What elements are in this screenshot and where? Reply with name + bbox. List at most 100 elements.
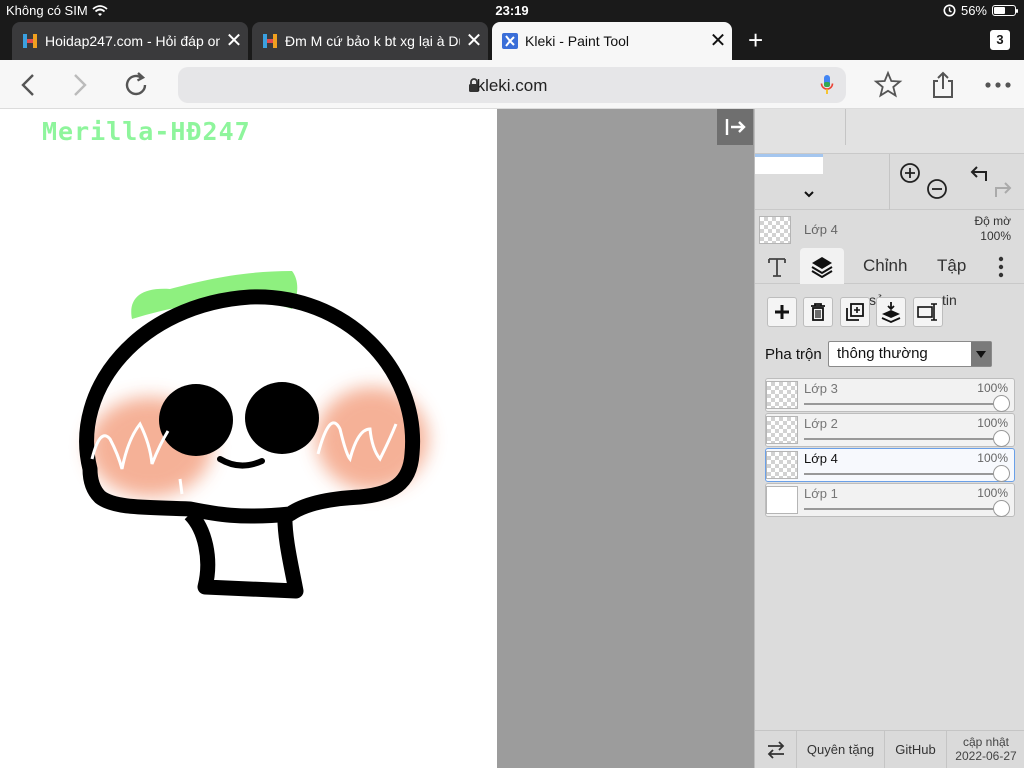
browser-tab-1[interactable]: Hoidap247.com - Hỏi đáp online ✕: [12, 22, 248, 60]
tab-file[interactable]: Tập: [937, 248, 966, 284]
panel-footer: Quyên tặng GitHub cập nhật 2022-06-27: [755, 730, 1024, 768]
rename-layer-button[interactable]: [913, 297, 943, 327]
merge-layer-button[interactable]: [876, 297, 906, 327]
mic-icon[interactable]: [820, 74, 834, 96]
chevron-down-icon[interactable]: [803, 190, 815, 200]
drawing-canvas[interactable]: Merilla-HĐ247: [0, 109, 497, 768]
updated-date: 2022-06-27: [955, 749, 1017, 763]
mushroom-drawing: [79, 271, 428, 599]
kleki-page: Merilla-HĐ247 Lớp 4 Độ mờ 100% Chỉnh Tập…: [0, 109, 1024, 768]
redo-icon[interactable]: [993, 179, 1015, 199]
url-text: kleki.com: [476, 76, 548, 95]
layer-row[interactable]: Lớp 3 100%: [765, 378, 1015, 412]
browser-tab-2[interactable]: Đm M cứ bảo k bt xg lại à Du ✕: [252, 22, 488, 60]
layer-name: Lớp 1: [804, 486, 838, 501]
layer-opacity-track: [804, 403, 1000, 405]
canvas-background: [497, 109, 754, 768]
tab-count-button[interactable]: 3: [990, 30, 1010, 50]
layer-thumbnail: [766, 486, 798, 514]
bookmark-icon[interactable]: [873, 70, 903, 100]
layer-thumbnail: [766, 416, 798, 444]
browser-tab-active[interactable]: Kleki - Paint Tool ✕: [492, 22, 732, 60]
text-tool-icon[interactable]: [767, 256, 787, 278]
layer-opacity-slider[interactable]: [993, 500, 1010, 517]
new-tab-button[interactable]: +: [748, 27, 763, 53]
status-bar: Không có SIM 23:19 56%: [0, 0, 1024, 22]
layer-thumbnail: [766, 381, 798, 409]
clock: 23:19: [495, 3, 529, 18]
alarm-icon: [943, 4, 956, 17]
layer-name: Lớp 3: [804, 381, 838, 396]
brush-preview[interactable]: [755, 154, 823, 174]
share-icon[interactable]: [928, 70, 958, 100]
close-tab-icon[interactable]: ✕: [460, 31, 488, 51]
battery-fill: [994, 7, 1005, 14]
hoidap-favicon-icon: [23, 34, 37, 48]
layer-name: Lớp 4: [804, 451, 838, 466]
layer-row[interactable]: Lớp 1 100%: [765, 483, 1015, 517]
tool-divider: [889, 154, 890, 210]
close-tab-icon[interactable]: ✕: [220, 31, 248, 51]
rename-layer-icon: [917, 303, 937, 321]
tool-row: [755, 154, 1024, 210]
close-tab-icon[interactable]: ✕: [704, 31, 732, 51]
current-layer-thumbnail: [759, 216, 791, 244]
add-layer-button[interactable]: [767, 297, 797, 327]
blend-mode-value: thông thường: [837, 345, 928, 362]
github-link[interactable]: GitHub: [885, 731, 947, 768]
updated-label: cập nhật: [962, 735, 1010, 749]
layer-row[interactable]: Lớp 2 100%: [765, 413, 1015, 447]
layer-opacity: 100%: [977, 486, 1008, 500]
tab-strip: Hoidap247.com - Hỏi đáp online ✕ Đm M cứ…: [0, 22, 1024, 60]
zoom-in-icon[interactable]: [899, 162, 921, 184]
current-layer-info: Lớp 4 Độ mờ 100%: [755, 210, 1024, 248]
back-icon[interactable]: [14, 70, 44, 100]
duplicate-layer-button[interactable]: [840, 297, 870, 327]
zoom-out-icon[interactable]: [926, 178, 948, 200]
forward-icon[interactable]: [64, 70, 94, 100]
chevron-down-icon: [971, 342, 991, 366]
duplicate-layer-icon: [846, 303, 864, 321]
layer-opacity-track: [804, 473, 1000, 475]
blend-mode-label: Pha trộn: [765, 346, 822, 363]
tab-layers[interactable]: [800, 248, 844, 284]
more-vertical-icon[interactable]: [998, 256, 1004, 278]
hoidap-favicon-icon: [263, 34, 277, 48]
top-divider: [845, 109, 846, 145]
layer-opacity-slider[interactable]: [993, 430, 1010, 447]
undo-icon[interactable]: [967, 163, 989, 183]
layer-name: Lớp 2: [804, 416, 838, 431]
tab-title: Hoidap247.com - Hỏi đáp online: [45, 33, 220, 49]
layer-opacity-slider[interactable]: [993, 465, 1010, 482]
blend-mode-select[interactable]: thông thường: [828, 341, 992, 367]
kleki-favicon-icon: [502, 33, 518, 49]
battery-percent: 56%: [960, 3, 987, 18]
current-layer-name: Lớp 4: [804, 222, 838, 237]
url-field[interactable]: kleki.com: [178, 67, 846, 103]
layers-icon: [811, 257, 833, 278]
tab-file-wrap: tin: [942, 292, 957, 308]
opacity-value: 100%: [980, 229, 1011, 243]
layer-thumbnail: [766, 451, 798, 479]
reload-icon[interactable]: [121, 70, 151, 100]
add-layer-icon: [775, 305, 789, 319]
tab-adjust[interactable]: Chỉnh: [863, 248, 907, 284]
opacity-label: Độ mờ: [974, 214, 1011, 228]
delete-layer-button[interactable]: [803, 297, 833, 327]
donate-link[interactable]: Quyên tặng: [797, 731, 885, 768]
layer-row-selected[interactable]: Lớp 4 100%: [765, 448, 1015, 482]
collapse-panel-icon[interactable]: [717, 109, 753, 145]
panel-tabs: Chỉnh Tập: [755, 248, 1024, 284]
layer-opacity-slider[interactable]: [993, 395, 1010, 412]
battery-icon: [992, 5, 1018, 16]
swap-side-icon: [767, 741, 784, 759]
nav-bar: kleki.com: [0, 60, 1024, 109]
swap-side-button[interactable]: [755, 731, 797, 768]
version-info: cập nhật 2022-06-27: [947, 735, 1024, 763]
tab-title: Đm M cứ bảo k bt xg lại à Du: [285, 33, 460, 49]
merge-layer-icon: [881, 302, 901, 323]
panel-top-bar: [755, 109, 1024, 154]
more-icon[interactable]: [983, 70, 1013, 100]
kleki-side-panel: Lớp 4 Độ mờ 100% Chỉnh Tập sửa tin Pha t…: [754, 109, 1024, 768]
tab-title: Kleki - Paint Tool: [525, 33, 630, 49]
